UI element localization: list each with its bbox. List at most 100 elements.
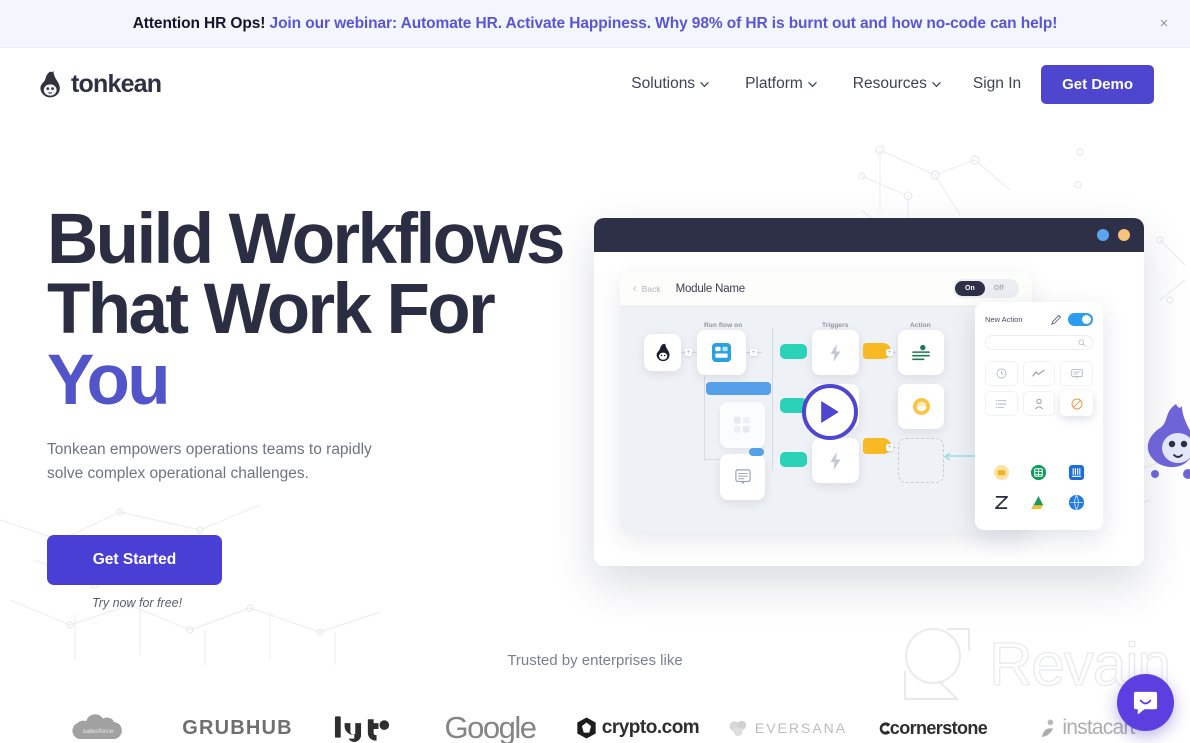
search-input[interactable] <box>985 335 1093 350</box>
cta-note: Try now for free! <box>92 595 183 610</box>
logo-text: tonkean <box>71 69 162 98</box>
form-icon <box>1070 368 1083 378</box>
workflow-node-source[interactable] <box>644 334 681 371</box>
banner-link[interactable]: Join our webinar: Automate HR. Activate … <box>270 15 1058 32</box>
connector-line <box>704 372 706 460</box>
toggle-off-label: Off <box>993 285 1004 292</box>
tool-cell-form[interactable] <box>1060 361 1093 386</box>
form-icon <box>734 469 751 485</box>
app-cell-sheets[interactable] <box>1022 460 1056 485</box>
site-header: tonkean Solutions Platform Resources Sig… <box>0 48 1190 120</box>
close-icon[interactable]: × <box>1152 12 1176 36</box>
workflow-pill-teal[interactable] <box>780 344 807 359</box>
workflow-pill-teal[interactable] <box>780 452 807 467</box>
crypto-com-icon <box>577 717 596 739</box>
workflow-canvas: Run flow on Triggers Action + + + + <box>620 306 1032 532</box>
product-preview: ‹ Back Module Name On Off Run flow on Tr… <box>594 218 1190 568</box>
workflow-pill-blue[interactable] <box>706 382 771 395</box>
get-demo-button[interactable]: Get Demo <box>1041 64 1154 104</box>
hero-section: Build Workflows That Work For You Tonkea… <box>47 200 577 610</box>
module-name: Module Name <box>675 282 746 295</box>
app-cell-circle[interactable] <box>1060 490 1093 515</box>
chevron-down-icon <box>808 81 817 87</box>
logo-crypto-com: crypto.com <box>558 717 718 739</box>
sign-in-link[interactable]: Sign In <box>959 67 1041 101</box>
play-icon <box>821 401 839 423</box>
add-step-icon[interactable]: + <box>886 349 893 356</box>
nav-item-resources[interactable]: Resources <box>835 67 959 101</box>
node-toggle[interactable] <box>749 448 764 456</box>
workflow-node-action[interactable] <box>898 330 944 375</box>
panel-toggle[interactable] <box>1068 313 1093 326</box>
window-dot-amber <box>1118 229 1130 241</box>
nav-item-platform[interactable]: Platform <box>727 67 835 101</box>
slack-app-icon <box>1069 464 1085 481</box>
column-label-action: Action <box>910 322 931 329</box>
document-action-icon <box>912 344 930 360</box>
chevron-down-icon <box>932 81 941 87</box>
eversana-mark-icon <box>729 720 747 737</box>
logo-google: Google <box>444 710 537 743</box>
add-step-icon[interactable]: + <box>750 349 757 356</box>
pencil-icon[interactable] <box>1051 314 1062 325</box>
app-cell-slack[interactable] <box>1060 460 1093 485</box>
tool-cell-trend[interactable] <box>1022 361 1056 386</box>
tool-icon-grid <box>985 361 1093 416</box>
tonkean-mascot <box>1147 404 1190 479</box>
workflow-node-empty[interactable] <box>898 438 944 483</box>
lightning-icon <box>830 451 841 470</box>
app-cell-zendesk[interactable] <box>985 490 1018 515</box>
logo-lyft <box>303 714 423 742</box>
circle-app-icon <box>1069 494 1085 511</box>
connector-line <box>772 328 774 470</box>
flame-node-icon <box>656 343 670 362</box>
workflow-node-connector[interactable] <box>697 330 746 375</box>
nav-item-solutions[interactable]: Solutions <box>613 67 727 101</box>
workflow-node-trigger[interactable] <box>812 330 859 375</box>
person-icon <box>1034 398 1044 409</box>
trend-icon <box>1032 369 1046 377</box>
lyft-wordmark-icon <box>334 716 389 742</box>
get-started-button[interactable]: Get Started <box>47 534 222 585</box>
heading-accent: You <box>47 340 171 420</box>
logo-grubhub: GRUBHUB <box>182 716 293 739</box>
chat-bubble-icon <box>1133 691 1158 715</box>
on-off-toggle[interactable]: On Off <box>953 279 1019 298</box>
client-logo-row: salesforce GRUBHUB Google crypto.com EVE… <box>0 710 1190 743</box>
heading-line-2: That Work For <box>47 270 496 350</box>
chat-widget-button[interactable] <box>1117 674 1174 731</box>
app-cell-mail[interactable] <box>985 460 1018 485</box>
add-step-icon[interactable]: + <box>886 444 893 451</box>
workflow-node-action[interactable] <box>898 384 944 429</box>
tool-cell-clock[interactable] <box>985 361 1018 386</box>
svg-text:salesforce: salesforce <box>82 728 113 735</box>
salesforce-cloud-icon: salesforce <box>71 714 122 740</box>
instacart-mark-icon <box>1042 719 1054 737</box>
workflow-node-trigger[interactable] <box>812 438 859 483</box>
lightning-icon <box>830 343 841 362</box>
module-card: ‹ Back Module Name On Off Run flow on Tr… <box>620 272 1032 532</box>
workflow-node-ghost[interactable] <box>720 402 765 448</box>
browser-content: ‹ Back Module Name On Off Run flow on Tr… <box>594 252 1144 566</box>
tonkean-logo[interactable]: tonkean <box>38 69 162 99</box>
hero-subtext-line-2: solve complex operational challenges. <box>47 464 309 482</box>
announcement-banner: Attention HR Ops! Join our webinar: Auto… <box>0 0 1190 48</box>
browser-title-bar <box>594 218 1144 252</box>
workflow-node-form[interactable] <box>720 454 765 500</box>
tool-cell-block-selected[interactable] <box>1060 391 1093 416</box>
tool-cell-list[interactable] <box>985 391 1018 416</box>
block-icon <box>1071 398 1083 409</box>
add-step-icon[interactable]: + <box>685 349 692 356</box>
panel-title: New Action <box>985 315 1023 324</box>
hero-subtext-line-1: Tonkean empowers operations teams to rap… <box>47 440 372 458</box>
banner-text: Attention HR Ops! Join our webinar: Auto… <box>133 15 1058 33</box>
play-video-button[interactable] <box>802 384 858 440</box>
back-label[interactable]: Back <box>642 284 661 294</box>
heading-line-1: Build Workflows <box>47 200 565 279</box>
main-navigation: Solutions Platform Resources Sign In Get… <box>613 64 1154 104</box>
chevron-left-icon[interactable]: ‹ <box>633 283 637 295</box>
tool-cell-person[interactable] <box>1022 391 1056 416</box>
chevron-down-icon <box>700 81 709 87</box>
app-cell-drive[interactable] <box>1022 490 1056 515</box>
logo-salesforce: salesforce <box>23 711 173 743</box>
